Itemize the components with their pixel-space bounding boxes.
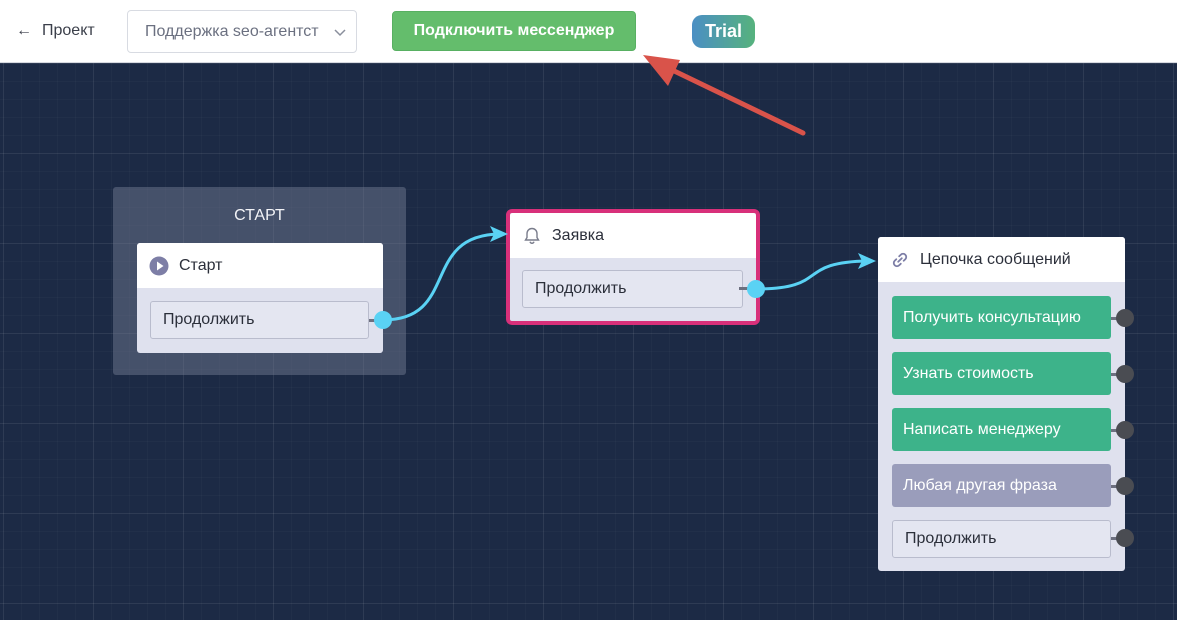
connection-request-to-chain bbox=[755, 259, 869, 291]
annotation-arrow-head bbox=[643, 55, 680, 86]
connection-start-to-request bbox=[382, 232, 501, 322]
connections-layer bbox=[382, 55, 876, 322]
annotation-arrow-line bbox=[665, 65, 806, 136]
